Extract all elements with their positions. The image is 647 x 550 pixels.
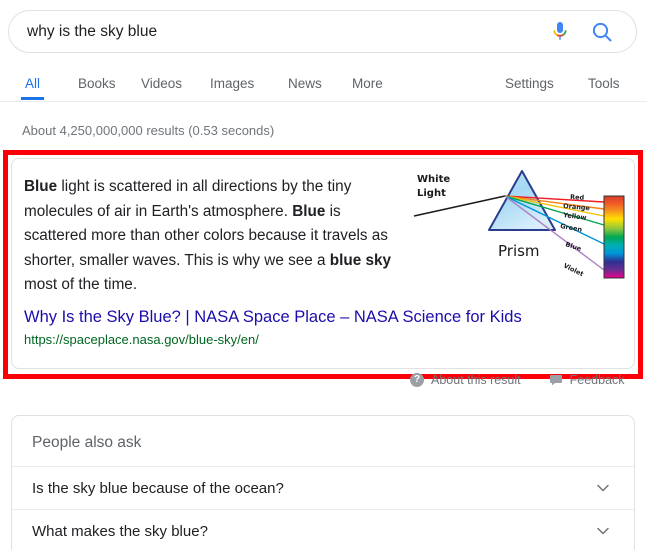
tab-all-label: All [25,76,41,91]
about-this-result-label: About this result [431,373,521,387]
paa-question-row-2[interactable]: What makes the sky blue? [12,509,634,550]
magnifier-icon[interactable] [590,20,614,44]
result-stats: About 4,250,000,000 results (0.53 second… [22,123,275,138]
tab-videos[interactable]: Videos [141,72,182,96]
microphone-icon[interactable] [548,19,572,45]
tabrow-divider [0,101,647,102]
feedback-button[interactable]: Feedback [549,373,625,387]
paa-question-row-1[interactable]: Is the sky blue because of the ocean? [12,466,634,509]
tab-more[interactable]: More [352,72,383,96]
tools-button[interactable]: Tools [588,72,620,96]
tab-news[interactable]: News [288,72,322,96]
settings-button[interactable]: Settings [505,72,554,96]
snippet-meta-row: ? About this result Feedback [410,373,625,387]
flag-icon [549,374,563,386]
tab-books[interactable]: Books [78,72,116,96]
red-highlight-box [3,150,643,379]
google-search-results-page: All Books Videos Images News More Settin… [0,0,647,550]
paa-question-label-1: Is the sky blue because of the ocean? [32,479,284,497]
feedback-label: Feedback [569,373,625,387]
tab-active-underline [21,97,45,100]
chevron-down-icon[interactable] [594,479,612,497]
tab-images[interactable]: Images [210,72,254,96]
people-also-ask-card: People also ask Is the sky blue because … [11,415,635,550]
chevron-down-icon[interactable] [594,522,612,540]
question-mark-icon: ? [410,373,424,387]
about-this-result-button[interactable]: ? About this result [410,373,521,387]
search-input[interactable] [9,11,548,52]
people-also-ask-title: People also ask [32,434,142,451]
tab-all[interactable]: All [21,72,45,100]
search-tabs: All Books Videos Images News More Settin… [0,72,647,102]
paa-question-label-2: What makes the sky blue? [32,522,208,540]
search-bar[interactable] [8,10,637,53]
